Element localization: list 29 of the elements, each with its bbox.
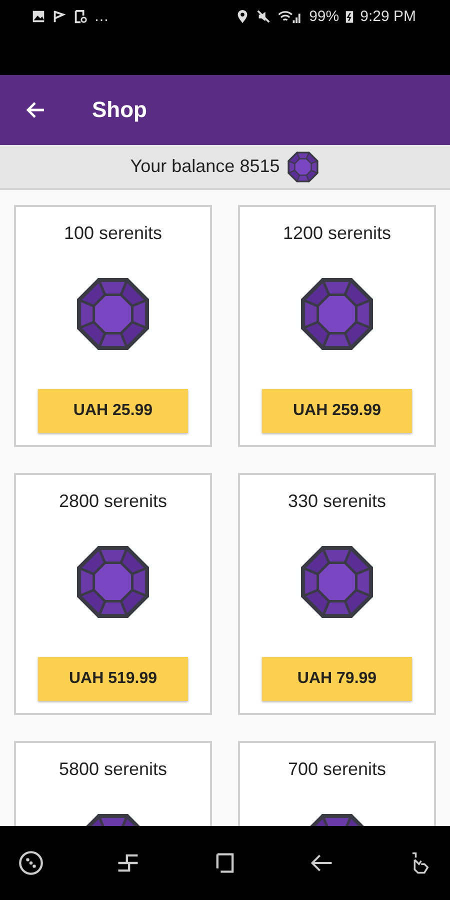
mute-icon [256,8,272,24]
product-card[interactable]: 2800 serenits UAH 519.99 [14,473,212,715]
product-card[interactable]: 700 serenits [238,741,436,826]
screen-title: Shop [92,97,147,123]
balance-text: Your balance 8515 [130,156,280,177]
battery-charging-icon [345,8,354,24]
product-card[interactable]: 330 serenits UAH 79.99 [238,473,436,715]
price-button[interactable]: UAH 259.99 [262,389,412,433]
pack-amount: 700 serenits [288,759,386,780]
document-icon [73,8,88,24]
pack-amount: 330 serenits [288,491,386,512]
image-icon [31,8,46,24]
notification-overflow: … [94,8,109,24]
product-card[interactable]: 100 serenits UAH 25.99 [14,205,212,447]
pack-amount: 5800 serenits [58,759,168,780]
product-card[interactable]: 5800 serenits [14,741,212,826]
pack-amount: 1200 serenits [282,223,392,244]
flag-icon [52,8,67,24]
clock: 9:29 PM [360,8,416,24]
wifi-signal-icon [277,8,304,24]
price-button[interactable]: UAH 79.99 [262,657,412,701]
pack-amount: 100 serenits [64,223,162,244]
circle-dots-icon[interactable] [18,850,44,876]
pack-amount: 2800 serenits [58,491,168,512]
price-button[interactable]: UAH 519.99 [38,657,188,701]
battery-percentage: 99% [309,8,340,24]
gem-icon [286,150,320,184]
product-card[interactable]: 1200 serenits UAH 259.99 [238,205,436,447]
price-button[interactable]: UAH 25.99 [38,389,188,433]
